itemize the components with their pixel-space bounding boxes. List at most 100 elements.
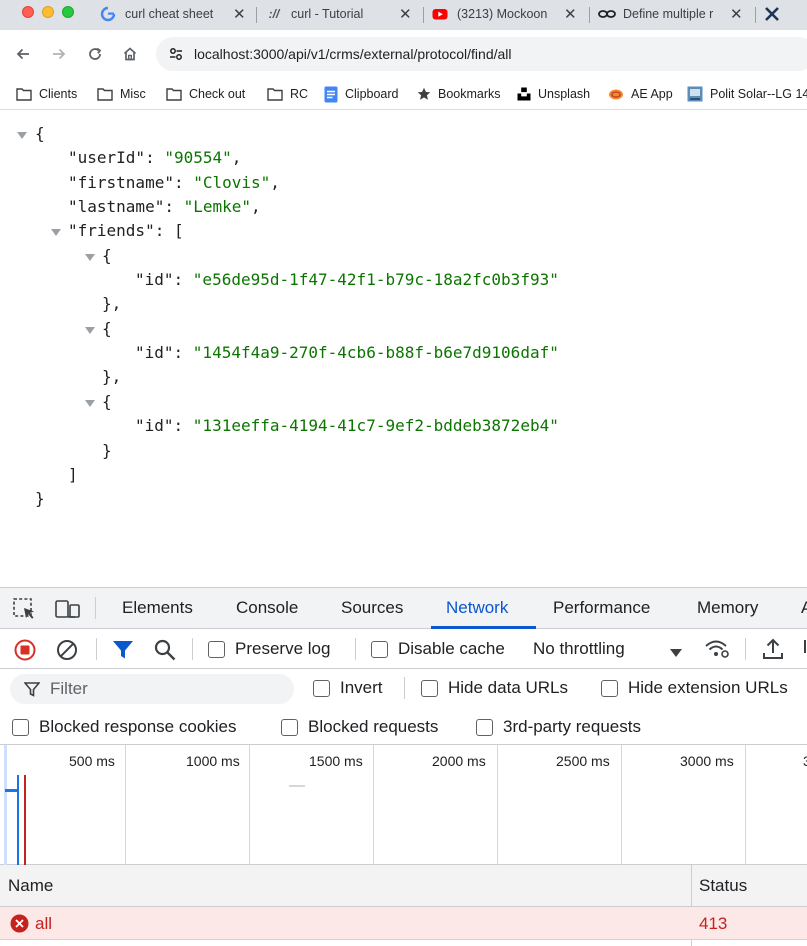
stop-recording-icon[interactable] [14,639,36,666]
checkbox-box[interactable] [313,679,330,697]
collapse-root-toggle[interactable] [17,132,27,139]
bookmark-ae-app[interactable]: AE App [608,84,673,104]
inspect-element-icon[interactable] [13,598,37,625]
x-logo-icon [764,6,780,22]
slashes-icon: :// [268,7,280,21]
clear-log-icon[interactable] [56,639,78,666]
json-friend-0-close: }, [102,294,122,313]
minimize-window-button[interactable] [42,6,54,18]
hide-extension-urls-checkbox[interactable]: Hide extension URLs [601,678,788,698]
blocked-requests-checkbox[interactable]: Blocked requests [281,717,438,737]
dropdown-arrow-icon[interactable] [670,645,682,663]
timeline-request-bar [5,789,17,792]
json-key-friends: "friends" [68,221,155,240]
tab-network[interactable]: Network [446,598,508,618]
tab-title: (3213) Mockoon [457,7,548,21]
bookmark-clipboard[interactable]: Clipboard [324,84,399,104]
column-name-header[interactable]: Name [8,876,53,896]
throttling-select[interactable]: No throttling [533,639,625,659]
invert-checkbox[interactable]: Invert [313,678,383,698]
third-party-requests-checkbox[interactable]: 3rd-party requests [476,717,641,737]
browser-tab-curl-cheat-sheet[interactable]: curl cheat sheet ✕ [100,0,250,28]
search-icon[interactable] [154,639,176,666]
checkbox-box[interactable] [421,679,438,697]
bookmark-unsplash[interactable]: Unsplash [517,84,590,104]
bookmark-rc[interactable]: RC [267,84,308,104]
bookmark-label: Clipboard [345,87,399,101]
collapse-friend-0-toggle[interactable] [85,254,95,261]
column-status-header[interactable]: Status [699,876,747,896]
tab-memory[interactable]: Memory [697,598,758,618]
close-tab-icon[interactable]: ✕ [564,5,577,23]
bookmark-misc[interactable]: Misc [97,84,146,104]
home-button[interactable] [119,43,141,65]
export-har-icon[interactable] [802,638,807,665]
bookmark-check-out[interactable]: Check out [166,84,245,104]
checkbox-box[interactable] [371,640,388,658]
checkbox-box[interactable] [208,640,225,658]
browser-tab-curl-tutorial[interactable]: :// curl - Tutorial ✕ [266,0,421,28]
hide-data-urls-checkbox[interactable]: Hide data URLs [421,678,568,698]
error-icon [10,914,29,938]
maximize-window-button[interactable] [62,6,74,18]
checkbox-box[interactable] [281,718,298,736]
url-text: localhost:3000/api/v1/crms/external/prot… [194,46,512,62]
timeline-gridline [497,745,498,865]
collapse-friends-toggle[interactable] [51,229,61,236]
tab-title: curl - Tutorial [291,7,364,21]
checkbox-box[interactable] [476,718,493,736]
json-key-firstname: "firstname" [68,173,174,192]
timeline-tick-label: 1000 ms [186,753,240,769]
checkbox-label: Hide data URLs [448,678,569,697]
collapse-friend-1-toggle[interactable] [85,327,95,334]
disable-cache-checkbox[interactable]: Disable cache [371,639,505,659]
forward-button[interactable] [48,43,70,65]
back-button[interactable] [12,43,34,65]
checkbox-label: Invert [340,678,383,697]
browser-tab-x[interactable] [764,0,807,28]
timeline-tick-label: 500 ms [69,753,115,769]
filter-input[interactable]: Filter [10,674,294,704]
blocked-response-cookies-checkbox[interactable]: Blocked response cookies [12,717,237,737]
preserve-log-checkbox[interactable]: Preserve log [208,639,330,659]
network-overview-timeline[interactable]: 500 ms 1000 ms 1500 ms 2000 ms 2500 ms 3… [0,745,807,865]
checkbox-box[interactable] [12,718,29,736]
tab-sources[interactable]: Sources [341,598,403,618]
timeline-tick-label: 2500 ms [556,753,610,769]
docs-icon [324,86,338,102]
dom-content-loaded-marker [17,775,19,865]
table-row[interactable]: all 413 [0,907,807,940]
browser-tab-define-multiple[interactable]: Define multiple r ✕ [598,0,748,28]
tab-performance[interactable]: Performance [553,598,650,618]
request-name: all [35,914,53,933]
timeline-selection-handle[interactable] [4,745,7,865]
timeline-gridline [373,745,374,865]
device-toolbar-icon[interactable] [55,598,81,625]
bookmark-bookmarks[interactable]: Bookmarks [417,84,501,104]
import-har-icon[interactable] [762,638,784,665]
address-bar[interactable]: localhost:3000/api/v1/crms/external/prot… [156,37,807,71]
reload-button[interactable] [84,43,106,65]
collapse-friend-2-toggle[interactable] [85,400,95,407]
network-filter-bar: Filter Invert Hide data URLs Hide extens… [0,669,807,707]
browser-tab-mockoon[interactable]: (3213) Mockoon ✕ [432,0,582,28]
checkbox-box[interactable] [601,679,618,697]
checkbox-label: Disable cache [398,639,505,658]
network-conditions-icon[interactable] [704,638,730,665]
close-window-button[interactable] [22,6,34,18]
filter-funnel-icon[interactable] [112,640,134,665]
close-tab-icon[interactable]: ✕ [399,5,412,23]
star-icon [417,87,431,100]
eye-link-icon [598,6,616,22]
bookmark-polit-solar[interactable]: Polit Solar--LG 14 [687,84,807,104]
close-tab-icon[interactable]: ✕ [233,5,246,23]
tab-more[interactable]: A [801,598,807,618]
json-viewer: { "userId": "90554", "firstname": "Clovi… [0,111,807,587]
tab-console[interactable]: Console [236,598,298,618]
tab-elements[interactable]: Elements [122,598,193,618]
devtools-tab-bar: Elements Console Sources Network Perform… [0,588,807,629]
bookmark-clients[interactable]: Clients [16,84,77,104]
close-tab-icon[interactable]: ✕ [730,5,743,23]
tab-title: Define multiple r [623,7,714,21]
site-info-icon[interactable] [168,46,184,62]
